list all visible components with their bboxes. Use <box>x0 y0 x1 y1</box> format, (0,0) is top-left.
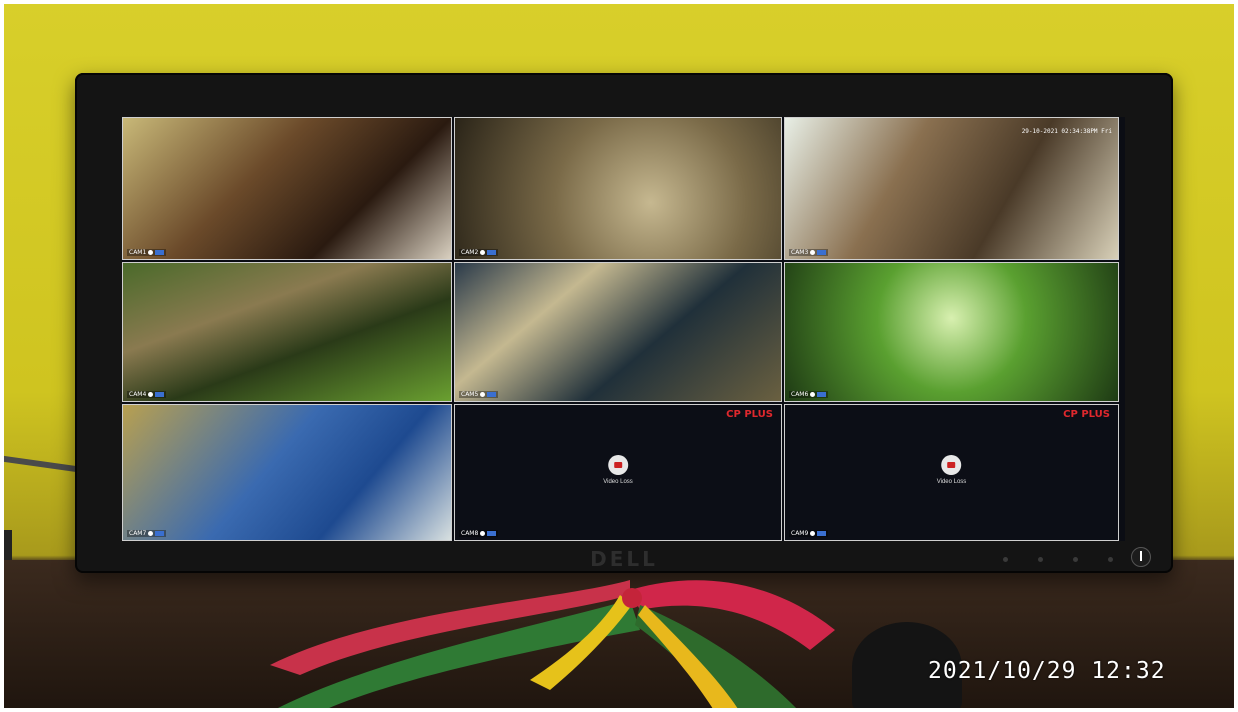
status-icon <box>480 531 486 536</box>
camera-label: CAM8 <box>459 530 499 537</box>
camera-tile-cam7[interactable]: CAM7 <box>122 404 452 541</box>
monitor-logo: DELL <box>590 547 658 571</box>
camera-tile-cam3[interactable]: 29-10-2021 02:34:38PM Fri CAM3 <box>784 117 1119 260</box>
status-icon <box>148 392 154 397</box>
status-icon <box>810 392 816 397</box>
record-icon <box>155 250 165 255</box>
record-icon <box>817 250 827 255</box>
ribbon-decoration <box>270 580 835 712</box>
nvr-brand-logo: CP PLUS <box>1063 409 1110 420</box>
camera-label: CAM4 <box>127 391 167 398</box>
cctv-grid: CAM1 CAM2 29-10-2021 02:34:38PM Fri CAM3… <box>122 117 1125 541</box>
status-icon <box>810 531 816 536</box>
photo-timestamp: 2021/10/29 12:32 <box>928 658 1166 684</box>
camera-label: CAM7 <box>127 530 167 537</box>
camera-label: CAM9 <box>789 530 829 537</box>
camera-label: CAM2 <box>459 249 499 256</box>
camera-tile-cam1[interactable]: CAM1 <box>122 117 452 260</box>
record-icon <box>487 531 497 536</box>
record-icon <box>817 392 827 397</box>
nvr-brand-logo: CP PLUS <box>726 409 773 420</box>
record-icon <box>487 392 497 397</box>
status-icon <box>148 250 154 255</box>
record-icon <box>155 531 165 536</box>
osd-timestamp: 29-10-2021 02:34:38PM Fri <box>1021 128 1112 135</box>
status-icon <box>480 392 486 397</box>
camera-tile-cam4[interactable]: CAM4 <box>122 262 452 402</box>
status-icon <box>148 531 154 536</box>
status-icon <box>810 250 816 255</box>
record-icon <box>487 250 497 255</box>
video-loss-icon <box>941 454 962 475</box>
video-loss-icon <box>607 454 628 475</box>
video-loss: Video Loss <box>937 454 966 485</box>
monitor-button[interactable] <box>1003 557 1008 562</box>
monitor: CAM1 CAM2 29-10-2021 02:34:38PM Fri CAM3… <box>75 73 1173 573</box>
camera-label: CAM5 <box>459 391 499 398</box>
record-icon <box>817 531 827 536</box>
camera-label: CAM3 <box>789 249 829 256</box>
camera-label: CAM6 <box>789 391 829 398</box>
power-button[interactable] <box>1131 547 1151 567</box>
camera-label: CAM1 <box>127 249 167 256</box>
camera-tile-cam8[interactable]: CP PLUS Video Loss CAM8 <box>454 404 782 541</box>
camera-tile-cam6[interactable]: CAM6 <box>784 262 1119 402</box>
monitor-button[interactable] <box>1073 557 1078 562</box>
record-icon <box>155 392 165 397</box>
camera-tile-cam9[interactable]: CP PLUS Video Loss CAM9 <box>784 404 1119 541</box>
camera-tile-cam2[interactable]: CAM2 <box>454 117 782 260</box>
camera-tile-cam5[interactable]: CAM5 <box>454 262 782 402</box>
monitor-button[interactable] <box>1108 557 1113 562</box>
video-loss: Video Loss <box>603 454 633 485</box>
monitor-buttons[interactable] <box>1003 557 1113 562</box>
status-icon <box>480 250 486 255</box>
monitor-button[interactable] <box>1038 557 1043 562</box>
